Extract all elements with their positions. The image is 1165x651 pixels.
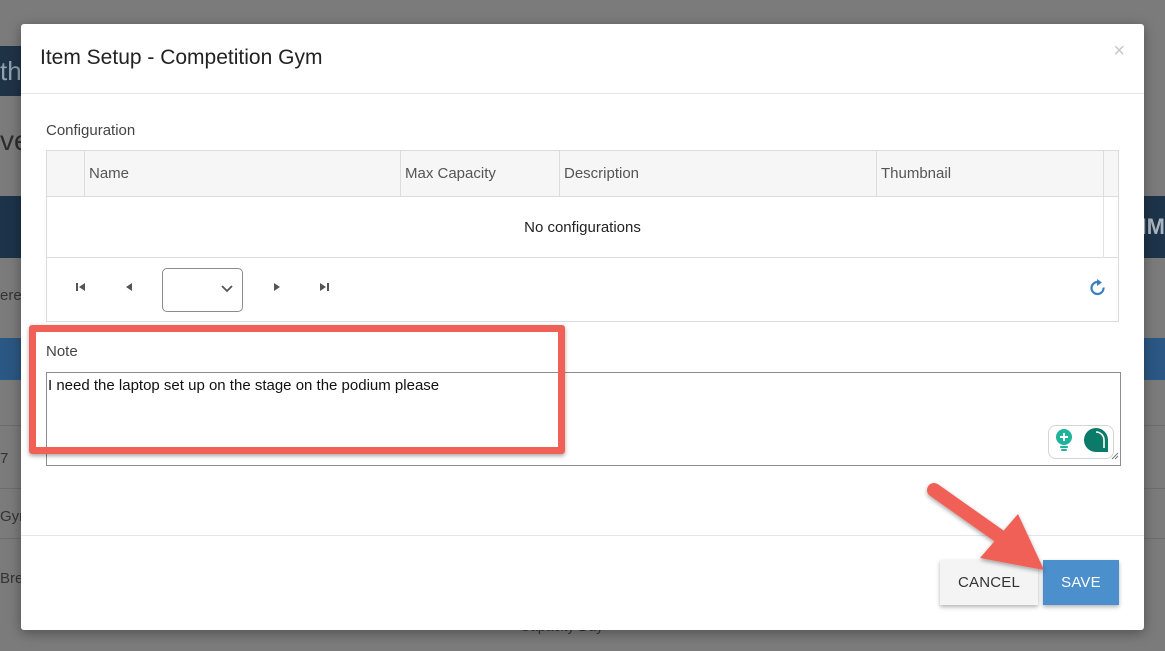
grid-scrollbar[interactable] <box>1103 197 1118 258</box>
grid-pager <box>47 258 1118 321</box>
empty-message: No configurations <box>524 218 641 236</box>
first-page-icon[interactable] <box>76 282 86 295</box>
grid-empty-row: No configurations <box>47 197 1118 258</box>
grid-col-thumbnail[interactable]: Thumbnail <box>877 151 1104 196</box>
grammarly-icon[interactable] <box>1082 426 1110 458</box>
save-button[interactable]: SAVE <box>1043 560 1119 605</box>
modal-footer: CANCEL SAVE <box>21 535 1144 630</box>
item-setup-modal: Item Setup - Competition Gym × Configura… <box>21 24 1144 630</box>
background-row-text: ere <box>0 287 22 304</box>
chevron-down-icon <box>220 281 234 298</box>
cancel-button[interactable]: CANCEL <box>940 560 1038 605</box>
note-label: Note <box>46 343 78 360</box>
page-select[interactable] <box>162 268 243 312</box>
next-page-icon[interactable] <box>272 282 282 295</box>
background-row-text: Bre <box>0 570 24 587</box>
previous-page-icon[interactable] <box>124 282 134 295</box>
background-header-text: th <box>0 56 22 86</box>
grid-header: Name Max Capacity Description Thumbnail <box>47 151 1118 197</box>
grid-col-description[interactable]: Description <box>560 151 877 196</box>
modal-header: Item Setup - Competition Gym × <box>21 24 1144 94</box>
note-textarea[interactable]: I need the laptop set up on the stage on… <box>46 372 1121 466</box>
configuration-grid: Name Max Capacity Description Thumbnail … <box>46 150 1119 322</box>
lightbulb-icon[interactable] <box>1053 428 1075 456</box>
close-icon[interactable]: × <box>1113 40 1125 63</box>
grid-col-name[interactable]: Name <box>85 151 401 196</box>
assistant-widget[interactable] <box>1048 425 1114 459</box>
refresh-icon[interactable] <box>1088 278 1108 303</box>
grid-col-max-capacity[interactable]: Max Capacity <box>401 151 560 196</box>
background-row-text: 7 <box>0 450 9 467</box>
grid-col-select[interactable] <box>47 151 85 196</box>
note-text: I need the laptop set up on the stage on… <box>48 377 440 394</box>
configuration-label: Configuration <box>46 122 136 139</box>
modal-title: Item Setup - Competition Gym <box>40 46 323 69</box>
last-page-icon[interactable] <box>319 282 329 295</box>
resize-handle-icon[interactable] <box>1111 447 1119 464</box>
